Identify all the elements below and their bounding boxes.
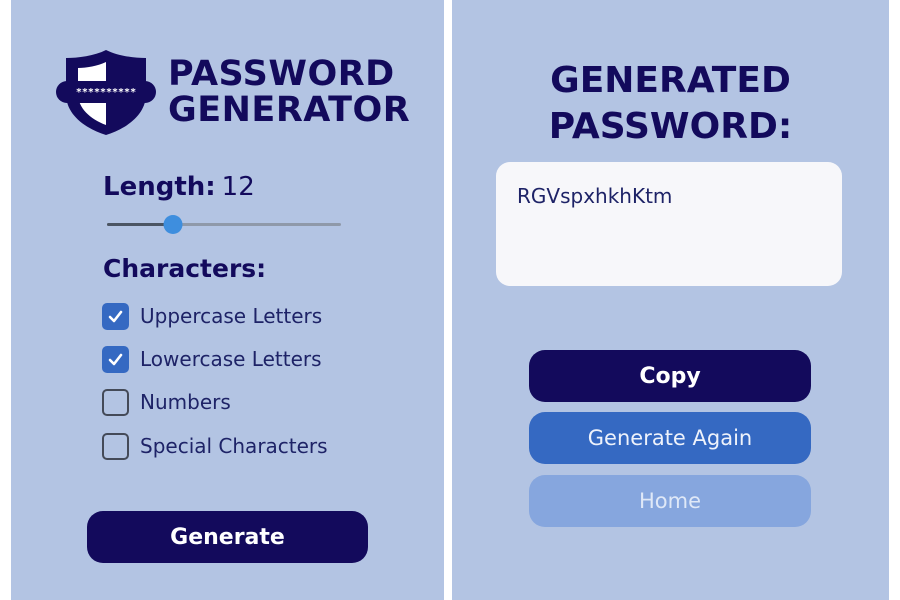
shield-icon: ********** <box>56 50 156 135</box>
generate-again-button[interactable]: Generate Again <box>529 412 811 464</box>
result-title-line1: GENERATED <box>550 60 791 101</box>
option-label: Numbers <box>140 390 231 414</box>
home-button[interactable]: Home <box>529 475 811 527</box>
app-title: PASSWORD GENERATOR <box>168 56 410 128</box>
result-panel: GENERATED PASSWORD: RGVspxhkhKtm Copy Ge… <box>452 0 889 600</box>
app-title-line1: PASSWORD <box>168 54 395 94</box>
option-lowercase[interactable]: Lowercase Letters <box>102 344 322 374</box>
length-row: Length: 12 <box>103 172 255 202</box>
length-value: 12 <box>221 172 255 202</box>
option-label: Uppercase Letters <box>140 304 323 328</box>
copy-button[interactable]: Copy <box>529 350 811 402</box>
option-numbers[interactable]: Numbers <box>102 387 231 417</box>
option-special[interactable]: Special Characters <box>102 431 328 461</box>
result-title: GENERATED PASSWORD: <box>452 58 889 150</box>
length-slider[interactable] <box>107 212 341 236</box>
lowercase-checkbox[interactable] <box>102 345 129 373</box>
password-output[interactable]: RGVspxhkhKtm <box>496 162 842 286</box>
slider-thumb[interactable] <box>163 215 183 234</box>
generator-panel: ********** PASSWORD GENERATOR Length: 12 … <box>11 0 444 600</box>
check-icon <box>108 310 123 322</box>
app-title-line2: GENERATOR <box>168 90 411 130</box>
characters-heading: Characters: <box>103 254 267 283</box>
option-label: Lowercase Letters <box>140 347 322 371</box>
numbers-checkbox[interactable] <box>102 388 129 416</box>
generate-button[interactable]: Generate <box>87 511 368 563</box>
special-checkbox[interactable] <box>102 432 129 460</box>
logo-mask-text: ********** <box>76 87 136 98</box>
uppercase-checkbox[interactable] <box>102 302 129 330</box>
result-title-line2: PASSWORD: <box>548 106 793 147</box>
length-label: Length: <box>103 172 216 202</box>
option-uppercase[interactable]: Uppercase Letters <box>102 301 322 331</box>
option-label: Special Characters <box>140 434 328 458</box>
check-icon <box>108 353 123 365</box>
